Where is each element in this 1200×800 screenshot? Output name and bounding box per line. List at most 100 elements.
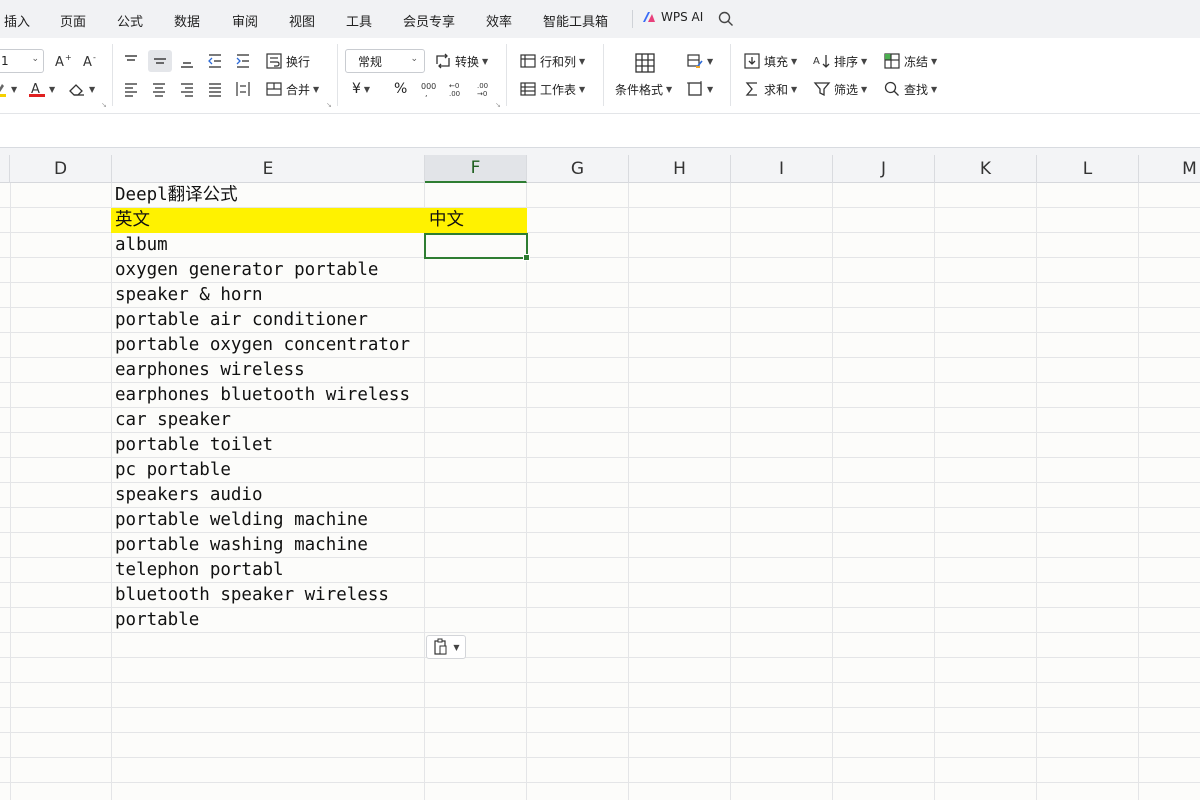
tab-insert[interactable]: 插入 (4, 11, 30, 30)
cell-english-term[interactable]: portable oxygen concentrator (111, 333, 425, 358)
rows-cols-button[interactable]: 行和列 ▼ (519, 50, 585, 72)
cell-english-term[interactable]: pc portable (111, 458, 425, 483)
justify-button[interactable] (206, 78, 224, 100)
cell-english-term[interactable]: telephon portabl (111, 558, 425, 583)
paste-options-button[interactable]: ▼ (426, 635, 466, 659)
tab-page[interactable]: 页面 (60, 11, 86, 30)
font-size-select[interactable]: 1 ⌄ (0, 49, 44, 73)
cell-english-term[interactable]: earphones wireless (111, 358, 425, 383)
wps-ai-button[interactable]: WPS AI (642, 10, 703, 24)
column-header-g[interactable]: G (527, 155, 629, 183)
tab-formula[interactable]: 公式 (117, 11, 143, 30)
font-color-button[interactable]: A ▼ (28, 78, 55, 100)
highlight-color-button[interactable]: ▼ (0, 78, 17, 100)
column-header-d[interactable]: D (10, 155, 112, 183)
dialog-launcher-icon[interactable]: ↘ (326, 101, 332, 109)
align-middle-button[interactable] (148, 50, 172, 72)
column-header-e[interactable]: E (112, 155, 425, 183)
chevron-down-icon: ▼ (579, 56, 586, 66)
cell-english-term[interactable]: car speaker (111, 408, 425, 433)
column-header-m[interactable]: M (1139, 155, 1200, 183)
merge-button[interactable]: 合并 ▼ (265, 78, 319, 100)
increase-font-button[interactable]: A + (54, 50, 72, 72)
align-center-button[interactable] (150, 78, 168, 100)
fill-button[interactable]: 填充 ▼ (743, 50, 797, 72)
tab-efficiency[interactable]: 效率 (486, 11, 512, 30)
align-top-button[interactable] (122, 50, 140, 72)
cell-english-term[interactable]: oxygen generator portable (111, 258, 425, 283)
cell-e1-title[interactable]: Deepl翻译公式 (111, 183, 425, 208)
cell-english-term[interactable]: portable air conditioner (111, 308, 425, 333)
active-cell-f3[interactable] (424, 233, 530, 261)
freeze-button[interactable]: 冻结 ▼ (883, 50, 937, 72)
column-header-l[interactable]: L (1037, 155, 1139, 183)
decrease-font-button[interactable]: A- (82, 50, 100, 72)
tab-member[interactable]: 会员专享 (403, 11, 455, 30)
dialog-launcher-icon[interactable]: ↘ (101, 101, 107, 109)
dialog-launcher-icon[interactable]: ↘ (495, 101, 501, 109)
chevron-down-icon: ⌄ (410, 54, 418, 64)
wrap-text-button[interactable]: 换行 (265, 50, 310, 72)
svg-text:,: , (425, 89, 428, 98)
clipboard-icon (434, 638, 447, 655)
clear-format-button[interactable]: ▼ (68, 78, 95, 100)
cell-english-term[interactable]: speakers audio (111, 483, 425, 508)
cell-english-term[interactable]: speaker & horn (111, 283, 425, 308)
svg-text:A: A (55, 55, 64, 69)
conditional-format-button[interactable]: 条件格式 ▼ (615, 78, 672, 100)
percent-button[interactable]: % (394, 78, 407, 100)
cell-english-term[interactable]: portable (111, 608, 425, 633)
cell-style-button[interactable]: ▼ (686, 50, 713, 72)
spreadsheet-grid[interactable]: Deepl翻译公式 英文 中文 album oxygen generator po… (0, 183, 1200, 800)
align-left-button[interactable] (122, 78, 140, 100)
align-bottom-button[interactable] (178, 50, 196, 72)
currency-button[interactable]: ¥ ▼ (352, 78, 370, 100)
cell-english-term[interactable]: portable toilet (111, 433, 425, 458)
increase-indent-button[interactable] (234, 50, 252, 72)
search-icon[interactable] (717, 10, 735, 28)
tab-view[interactable]: 视图 (289, 11, 315, 30)
conditional-format-large-icon-wrap[interactable] (633, 50, 657, 76)
cell-english-term[interactable]: earphones bluetooth wireless (111, 383, 425, 408)
column-header-h[interactable]: H (629, 155, 731, 183)
wrap-text-label: 换行 (286, 54, 311, 69)
chevron-down-icon: ▼ (791, 84, 798, 94)
align-right-button[interactable] (178, 78, 196, 100)
chevron-down-icon: ▼ (89, 84, 96, 94)
sum-button[interactable]: 求和 ▼ (743, 78, 797, 100)
formula-bar[interactable] (0, 114, 1200, 148)
increase-indent-icon (236, 54, 249, 68)
column-header-f[interactable]: F (425, 155, 527, 183)
decrease-indent-button[interactable] (206, 50, 224, 72)
tab-smart-toolbox[interactable]: 智能工具箱 (543, 11, 608, 30)
tab-review[interactable]: 审阅 (232, 11, 258, 30)
cell-english-term[interactable]: portable washing machine (111, 533, 425, 558)
row-header-corner[interactable] (0, 155, 10, 183)
grid-row-line (0, 757, 1200, 758)
distributed-align-button[interactable] (234, 78, 252, 100)
sort-button[interactable]: A 排序 ▼ (813, 50, 867, 72)
column-header-i[interactable]: I (731, 155, 833, 183)
tab-tools[interactable]: 工具 (346, 11, 372, 30)
worksheet-button[interactable]: 工作表 ▼ (519, 78, 585, 100)
tab-data[interactable]: 数据 (174, 11, 200, 30)
cell-english-term[interactable]: bluetooth speaker wireless (111, 583, 425, 608)
borders-button[interactable]: ▼ (686, 78, 713, 100)
find-button[interactable]: 查找 ▼ (883, 78, 937, 100)
column-header-k[interactable]: K (935, 155, 1037, 183)
filter-icon (813, 82, 831, 97)
number-format-select[interactable]: 常规 ⌄ (345, 49, 425, 73)
cell-f2-header-zh[interactable]: 中文 (425, 208, 527, 233)
chevron-down-icon: ▼ (363, 84, 371, 94)
cell-english-term[interactable]: album (111, 233, 425, 258)
cell-english-term[interactable]: portable welding machine (111, 508, 425, 533)
filter-button[interactable]: 筛选 ▼ (813, 78, 867, 100)
convert-label: 转换 (455, 54, 480, 69)
menu-bar: 插入 页面 公式 数据 审阅 视图 工具 会员专享 效率 智能工具箱 WPS A… (0, 0, 1200, 38)
thousands-separator-button[interactable]: 000, (421, 78, 437, 100)
increase-decimal-button[interactable]: ←0.00 (449, 78, 465, 100)
cell-e2-header-en[interactable]: 英文 (111, 208, 425, 233)
column-header-j[interactable]: J (833, 155, 935, 183)
convert-button[interactable]: 转换 ▼ (434, 50, 488, 72)
decrease-decimal-button[interactable]: .00 →0 (477, 78, 493, 100)
